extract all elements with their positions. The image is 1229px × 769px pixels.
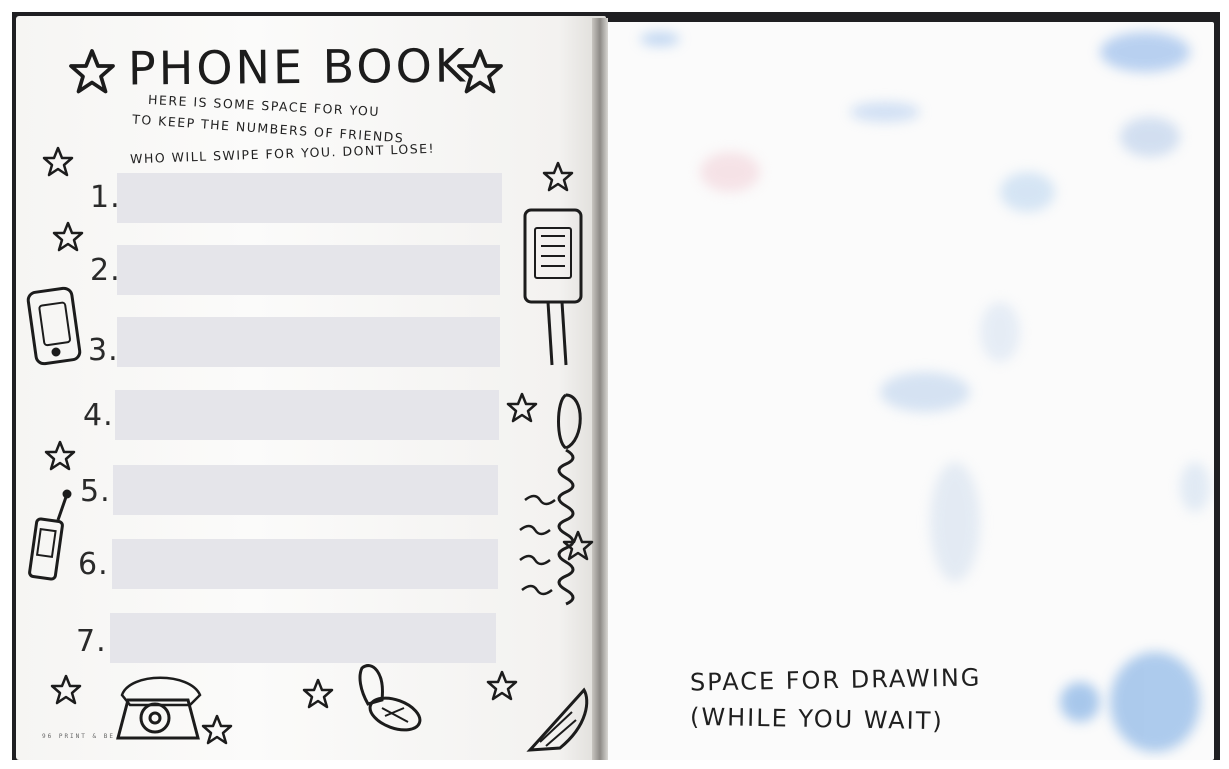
photo-frame: PHONE BOOK HERE IS SOME SPACE FOR YOU TO…: [0, 0, 1229, 769]
entry-number: 7.: [76, 624, 107, 659]
drawing-page: [600, 22, 1214, 760]
watercolor-stain: [1120, 117, 1180, 157]
watercolor-stain: [880, 372, 970, 412]
entry-number: 3.: [88, 333, 119, 368]
watercolor-stain: [700, 152, 760, 192]
watercolor-stain: [1180, 462, 1210, 512]
watercolor-stain: [1110, 652, 1200, 752]
page-footer: 96 PRINT & BE...: [42, 733, 132, 740]
watercolor-stain: [850, 102, 920, 122]
entry-field[interactable]: [115, 390, 499, 440]
entry-field[interactable]: [117, 317, 500, 367]
watercolor-stain: [640, 32, 680, 46]
watercolor-stain: [1100, 32, 1190, 72]
watercolor-stain: [1000, 172, 1055, 212]
entry-field[interactable]: [112, 539, 498, 589]
watercolor-stain: [1060, 682, 1100, 722]
page-title: PHONE BOOK: [127, 38, 469, 96]
watercolor-stain: [930, 462, 980, 582]
entry-number: 4.: [83, 398, 114, 433]
watercolor-stain: [980, 302, 1020, 362]
entry-number: 6.: [78, 547, 109, 582]
book-spine: [592, 18, 608, 760]
entry-number: 5.: [80, 474, 111, 509]
entry-field[interactable]: [113, 465, 498, 515]
drawing-caption: (WHILE YOU WAIT): [689, 702, 944, 736]
entry-field[interactable]: [117, 173, 502, 223]
entry-field[interactable]: [110, 613, 496, 663]
drawing-caption: SPACE FOR DRAWING: [689, 663, 982, 697]
entry-field[interactable]: [117, 245, 500, 295]
